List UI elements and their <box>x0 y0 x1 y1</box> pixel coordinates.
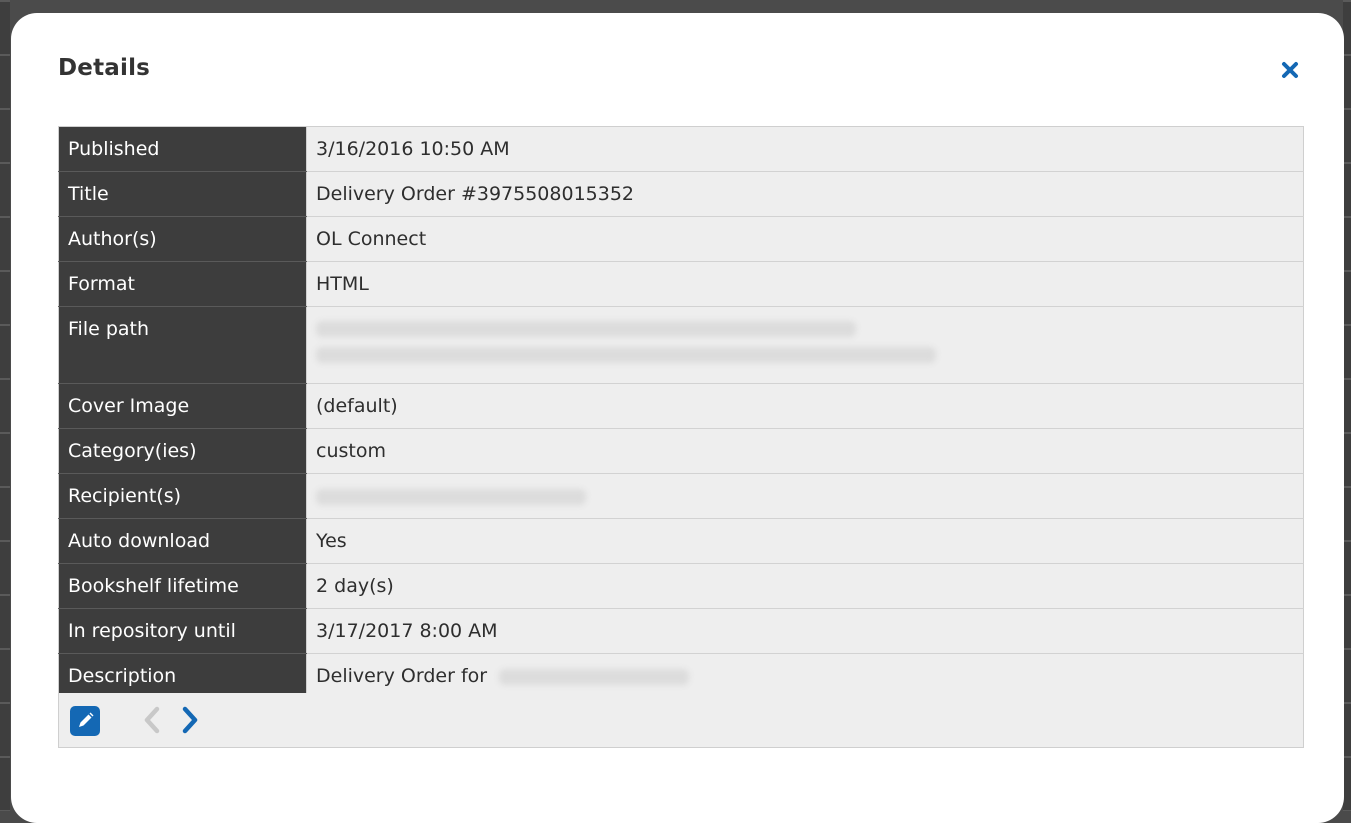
detail-label: Format <box>58 261 307 307</box>
details-dialog: Details Published 3/16/2016 10:50 AM Tit… <box>11 13 1344 823</box>
detail-label: Bookshelf lifetime <box>58 563 307 609</box>
close-button[interactable] <box>1279 59 1301 81</box>
detail-value: HTML <box>306 261 1304 307</box>
detail-row-format: Format HTML <box>58 261 1304 307</box>
detail-row-recipients: Recipient(s) <box>58 473 1304 519</box>
detail-value: 3/17/2017 8:00 AM <box>306 608 1304 654</box>
detail-value: OL Connect <box>306 216 1304 262</box>
detail-row-title: Title Delivery Order #3975508015352 <box>58 171 1304 217</box>
detail-label: Cover Image <box>58 383 307 429</box>
chevron-right-icon <box>182 706 198 734</box>
detail-row-categories: Category(ies) custom <box>58 428 1304 474</box>
detail-value-redacted <box>306 473 1304 519</box>
edit-icon <box>79 712 94 727</box>
description-text: Delivery Order for <box>316 665 488 687</box>
detail-row-file-path: File path <box>58 306 1304 384</box>
next-button[interactable] <box>177 705 203 735</box>
detail-value: custom <box>306 428 1304 474</box>
detail-value: 3/16/2016 10:50 AM <box>306 126 1304 172</box>
chevron-left-icon <box>144 706 160 734</box>
detail-row-auto-download: Auto download Yes <box>58 518 1304 564</box>
backdrop-edge-right <box>1343 0 1351 811</box>
detail-row-published: Published 3/16/2016 10:50 AM <box>58 126 1304 172</box>
detail-label: Published <box>58 126 307 172</box>
detail-row-cover-image: Cover Image (default) <box>58 383 1304 429</box>
detail-label: Auto download <box>58 518 307 564</box>
redacted-text <box>499 668 690 685</box>
redacted-text <box>316 347 936 363</box>
details-table: Published 3/16/2016 10:50 AM Title Deliv… <box>58 126 1304 699</box>
detail-value: 2 day(s) <box>306 563 1304 609</box>
detail-label: Category(ies) <box>58 428 307 474</box>
table-footer-toolbar <box>58 693 1304 748</box>
detail-label: Author(s) <box>58 216 307 262</box>
close-icon <box>1282 62 1298 78</box>
backdrop-edge-left <box>0 0 10 811</box>
detail-row-description: Description Delivery Order for <box>58 653 1304 699</box>
detail-value: Yes <box>306 518 1304 564</box>
detail-row-bookshelf-lifetime: Bookshelf lifetime 2 day(s) <box>58 563 1304 609</box>
detail-label: Recipient(s) <box>58 473 307 519</box>
redacted-text <box>316 321 856 337</box>
previous-button[interactable] <box>139 705 165 735</box>
detail-value-description: Delivery Order for <box>306 653 1304 699</box>
redacted-text <box>316 488 586 505</box>
detail-row-repository-until: In repository until 3/17/2017 8:00 AM <box>58 608 1304 654</box>
detail-row-authors: Author(s) OL Connect <box>58 216 1304 262</box>
detail-value: (default) <box>306 383 1304 429</box>
detail-label: Description <box>58 653 307 699</box>
detail-label: Title <box>58 171 307 217</box>
edit-button[interactable] <box>70 706 100 736</box>
detail-value-redacted <box>306 306 1304 384</box>
detail-label: In repository until <box>58 608 307 654</box>
detail-label: File path <box>58 306 307 384</box>
detail-value: Delivery Order #3975508015352 <box>306 171 1304 217</box>
dialog-title: Details <box>58 55 151 81</box>
